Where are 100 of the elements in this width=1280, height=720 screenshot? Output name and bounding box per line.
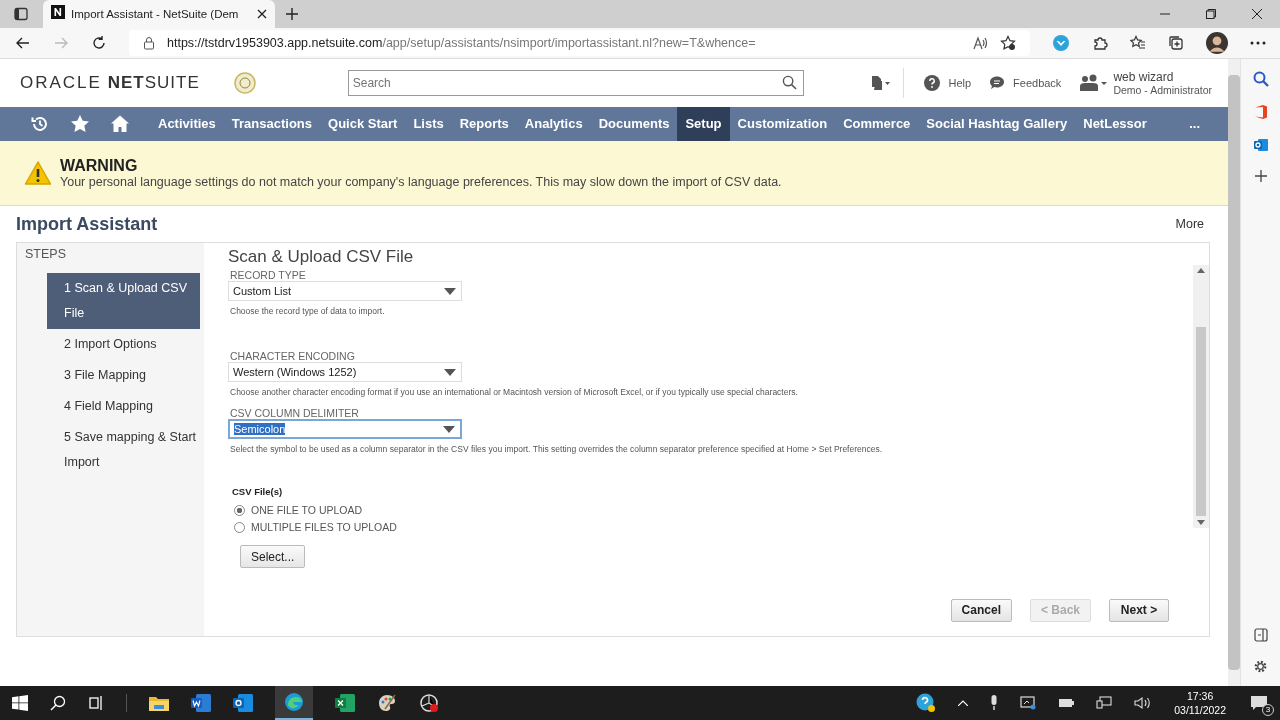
back-icon[interactable] [15,35,31,51]
page-scrollbar[interactable] [1228,59,1240,686]
address-field[interactable]: https://tstdrv1953903.app.netsuite.com/app/setup/assistants/nsimport/importassistant.nl?new=T&whence= [129,30,1030,56]
create-new-icon[interactable] [869,75,892,91]
field-help-text: Choose the record type of data to import. [230,306,385,316]
more-link[interactable]: More [1175,217,1204,231]
nav-menu-item[interactable]: Activities [150,107,224,141]
windows-start-icon[interactable] [12,695,28,711]
dropdown-field[interactable]: Western (Windows 1252) [228,362,462,382]
scroll-down-icon[interactable] [1197,520,1205,525]
refresh-icon[interactable] [91,35,107,51]
form-heading: Scan & Upload CSV File [228,247,414,267]
nav-menu-item[interactable]: Social Hashtag Gallery [918,107,1076,141]
new-tab-icon[interactable] [285,7,299,21]
star-icon[interactable] [70,114,90,134]
browser-icon [284,692,304,712]
search-icon[interactable] [781,75,797,90]
search-field[interactable]: Search [347,70,804,96]
edge-taskbar-button[interactable] [275,686,313,720]
radio-button[interactable] [234,521,245,533]
radio-label[interactable]: MULTIPLE FILES TO UPLOAD [251,521,397,533]
close-icon[interactable] [1252,9,1262,19]
step-item[interactable]: 4 Field Mapping [47,391,200,422]
clock[interactable]: 17:36 03/11/2022 [1174,689,1226,717]
user-menu[interactable]: web wizard Demo - Administrator [1079,70,1212,96]
footer-button[interactable]: Next > [1109,598,1169,622]
restore-icon[interactable] [1206,9,1216,19]
warning-icon [24,160,52,186]
nav-menu-item[interactable]: Setup [677,107,730,141]
network-icon[interactable] [1096,696,1113,710]
more-icon[interactable] [1250,41,1266,45]
speech-bubble-icon [989,75,1006,91]
settings-icon[interactable] [1253,659,1268,674]
paint-palette-icon[interactable] [377,693,397,713]
close-icon[interactable] [257,9,267,19]
lock-icon [143,36,155,50]
nav-menu-item[interactable]: Transactions [223,107,320,141]
caret-icon [444,287,456,295]
footer-button[interactable]: Cancel [950,598,1012,622]
feedback-link[interactable]: Feedback [989,75,1062,91]
collections-icon[interactable] [1168,35,1184,51]
sidebar-toggle-icon[interactable] [1253,628,1268,642]
field-label: CSV COLUMN DELIMITER [230,407,359,419]
nav-menu-item[interactable]: Customization [729,107,836,141]
steps-heading: STEPS [25,247,67,261]
step-item[interactable]: 2 Import Options [47,329,200,360]
recorder-icon[interactable] [419,693,439,713]
radio-label[interactable]: ONE FILE TO UPLOAD [251,504,363,516]
page-title: Import Assistant [16,213,158,235]
scrollbar[interactable] [1193,265,1209,528]
favorite-add-icon[interactable] [1000,35,1016,51]
nav-menu-item[interactable]: Reports [451,107,517,141]
caret-icon [443,425,455,433]
nav-menu-item[interactable]: Quick Start [320,107,406,141]
field-help-text: Select the symbol to be used as a column separator in the CSV files you import. This setting overrides the column separator preference specified at Home > Set Preferences. [230,444,883,454]
add-icon[interactable] [1254,170,1267,182]
puzzle-icon[interactable] [1092,35,1108,51]
scroll-up-icon[interactable] [1197,268,1205,273]
tab-actions-icon[interactable] [13,6,29,22]
favorites-icon[interactable] [1130,35,1146,51]
company-logo-icon [233,72,256,94]
help-icon[interactable] [916,693,937,713]
nav-menu-item[interactable]: NetLessor [1075,107,1155,141]
browser-tab[interactable]: Import Assistant - NetSuite (Dem [43,0,275,28]
search-icon[interactable] [50,695,66,711]
avatar-icon[interactable] [1206,32,1228,54]
netsuite-logo[interactable]: ORACLE NETSUITE [20,73,200,93]
home-icon[interactable] [110,114,130,134]
volume-icon[interactable] [1134,696,1153,710]
read-aloud-icon[interactable] [972,35,988,51]
warning-title: WARNING [60,157,139,175]
nav-menu-item[interactable]: Commerce [835,107,919,141]
excel-icon[interactable] [335,694,355,712]
battery-icon[interactable] [1058,698,1075,708]
nav-menu-item[interactable]: Analytics [516,107,591,141]
warning-message: Your personal language settings do not match your company's language preferences. This may slow down the import of CSV data. [60,175,782,189]
help-icon [924,75,941,91]
extension-icon[interactable] [1052,34,1070,52]
nav-menu-item[interactable]: Documents [590,107,678,141]
microphone-icon[interactable] [990,695,999,711]
outlook-icon[interactable] [233,694,253,712]
nav-menu-item[interactable]: Lists [405,107,452,141]
step-item[interactable]: 3 File Mapping [47,360,200,391]
select-file-button[interactable]: Select... [240,545,306,568]
chevron-up-icon[interactable] [958,700,969,706]
more-menu-button[interactable]: ... [1181,107,1208,141]
folder-icon[interactable] [149,695,169,711]
step-item[interactable]: 5 Save mapping & Start Import [47,422,200,478]
step-item[interactable]: 1 Scan & Upload CSV File [47,273,200,329]
dropdown-field[interactable]: Custom List [228,281,462,301]
users-icon [1079,74,1110,92]
field-label: RECORD TYPE [230,269,306,281]
dropdown-field[interactable]: Semicolon [228,419,462,439]
help-link[interactable]: Help [924,75,972,91]
field-help-text: Choose another character encoding format if you use an international or Macintosh version of Microsoft Excel, or if you typically use special characters. [230,387,798,397]
radio-button[interactable] [234,504,245,516]
task-view-icon[interactable] [88,695,104,711]
display-icon[interactable] [1020,696,1037,710]
word-icon[interactable] [191,694,211,712]
recent-icon[interactable] [30,114,50,134]
